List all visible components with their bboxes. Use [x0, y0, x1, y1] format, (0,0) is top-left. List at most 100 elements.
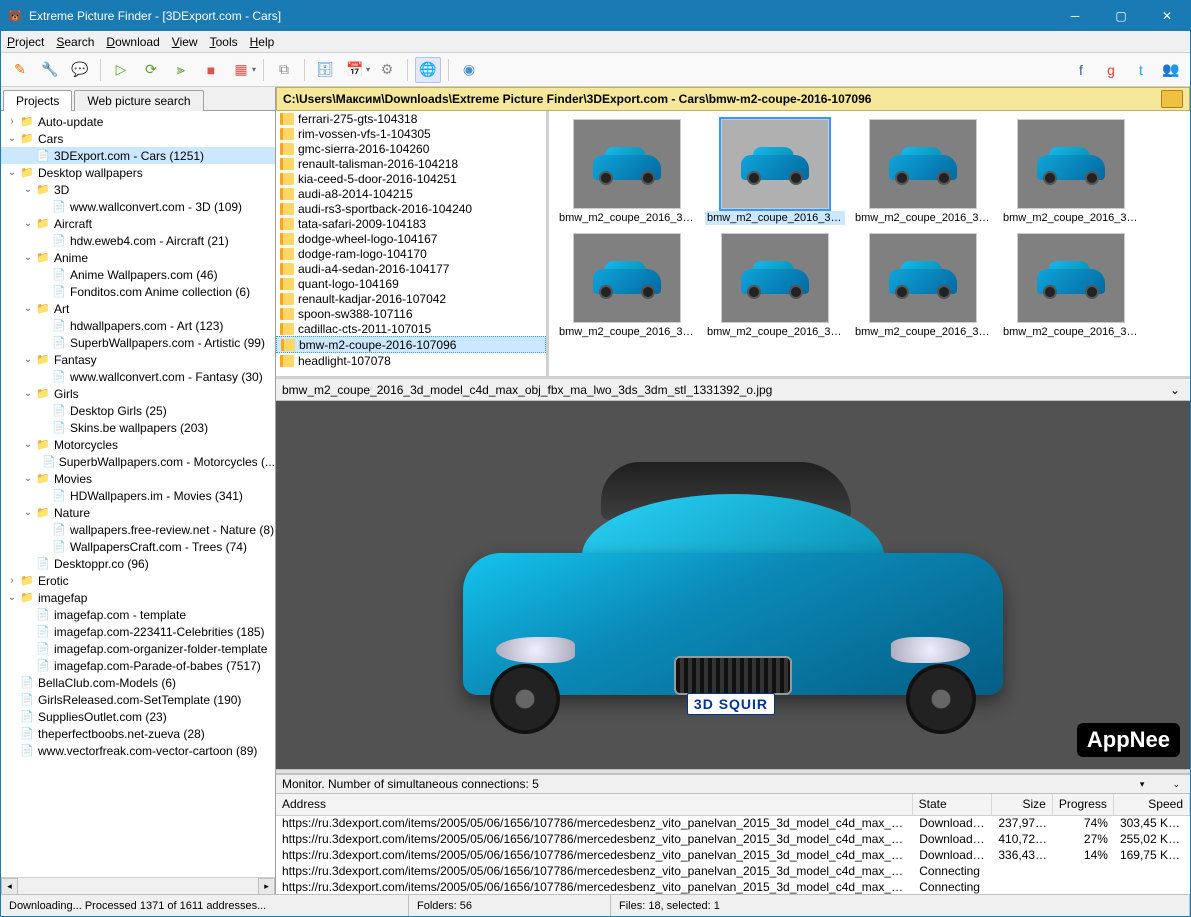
download-row[interactable]: https://ru.3dexport.com/items/2005/05/06… — [276, 880, 1190, 894]
database-button[interactable]: 🗄 — [312, 57, 338, 83]
folder-item[interactable]: audi-rs3-sportback-2016-104240 — [276, 201, 546, 216]
download-row[interactable]: https://ru.3dexport.com/items/2005/05/06… — [276, 832, 1190, 848]
tree-item[interactable]: 📄hdwallpapers.com - Art (123) — [1, 317, 275, 334]
tree-item[interactable]: ⌄📁Desktop wallpapers — [1, 164, 275, 181]
folder-item[interactable]: renault-kadjar-2016-107042 — [276, 291, 546, 306]
project-tree[interactable]: ›📁Auto-update⌄📁Cars📄3DExport.com - Cars … — [1, 111, 275, 877]
monitor-dropdown-icon[interactable]: ▾ — [1136, 779, 1149, 790]
tree-item[interactable]: 📄imagefap.com-Parade-of-babes (7517) — [1, 657, 275, 674]
downloads-body[interactable]: https://ru.3dexport.com/items/2005/05/06… — [276, 816, 1190, 894]
menu-view[interactable]: View — [172, 35, 198, 49]
google-icon[interactable]: g — [1098, 57, 1124, 83]
tree-item[interactable]: 📄Desktoppr.co (96) — [1, 555, 275, 572]
support-icon[interactable]: 👥 — [1158, 57, 1184, 83]
monitor-collapse-icon[interactable]: ⌄ — [1168, 779, 1184, 790]
tree-item[interactable]: 📄hdw.eweb4.com - Aircraft (21) — [1, 232, 275, 249]
thumbnails-grid[interactable]: bmw_m2_coupe_2016_3d...bmw_m2_coupe_2016… — [549, 111, 1190, 376]
tab-projects[interactable]: Projects — [3, 90, 72, 111]
calendar-button[interactable]: 📅 — [342, 57, 368, 83]
caret-icon[interactable]: ⌄ — [21, 303, 35, 314]
tree-item[interactable]: 📄www.wallconvert.com - Fantasy (30) — [1, 368, 275, 385]
download-row[interactable]: https://ru.3dexport.com/items/2005/05/06… — [276, 816, 1190, 832]
thumbnail[interactable]: bmw_m2_coupe_2016_3d... — [1001, 119, 1141, 225]
tree-item[interactable]: ›📁Erotic — [1, 572, 275, 589]
caret-icon[interactable]: ⌄ — [5, 167, 19, 178]
tree-item[interactable]: 📄Anime Wallpapers.com (46) — [1, 266, 275, 283]
folder-item[interactable]: headlight-107078 — [276, 353, 546, 368]
tree-item[interactable]: ⌄📁3D — [1, 181, 275, 198]
caret-icon[interactable]: ⌄ — [5, 133, 19, 144]
tree-item[interactable]: 📄Desktop Girls (25) — [1, 402, 275, 419]
settings-button[interactable]: 🔧 — [37, 57, 63, 83]
tree-item[interactable]: ⌄📁Nature — [1, 504, 275, 521]
folder-item[interactable]: cadillac-cts-2011-107015 — [276, 321, 546, 336]
info-button[interactable]: ◉ — [456, 57, 482, 83]
new-project-button[interactable]: ✎ — [7, 57, 33, 83]
tree-item[interactable]: ⌄📁Art — [1, 300, 275, 317]
tree-item[interactable]: 📄SuperbWallpapers.com - Artistic (99) — [1, 334, 275, 351]
grid-button[interactable]: ▦ — [228, 57, 254, 83]
refresh-button[interactable]: ⟳ — [138, 57, 164, 83]
col-address[interactable]: Address — [276, 794, 913, 815]
tree-item[interactable]: 📄Skins.be wallpapers (203) — [1, 419, 275, 436]
caret-icon[interactable]: ⌄ — [21, 218, 35, 229]
tree-item[interactable]: ⌄📁Girls — [1, 385, 275, 402]
col-progress[interactable]: Progress — [1053, 794, 1114, 815]
copy-button[interactable]: ⧉ — [271, 57, 297, 83]
facebook-icon[interactable]: f — [1068, 57, 1094, 83]
col-state[interactable]: State — [913, 794, 992, 815]
folder-item[interactable]: bmw-m2-coupe-2016-107096 — [276, 336, 546, 353]
thumbnail[interactable]: bmw_m2_coupe_2016_3d... — [705, 233, 845, 339]
play-button[interactable]: ▷ — [108, 57, 134, 83]
menu-project[interactable]: Project — [7, 35, 44, 49]
folder-item[interactable]: dodge-wheel-logo-104167 — [276, 231, 546, 246]
menu-download[interactable]: Download — [106, 35, 159, 49]
tree-item[interactable]: ⌄📁Motorcycles — [1, 436, 275, 453]
tree-scrollbar[interactable]: ◂ ▸ — [1, 877, 275, 894]
folder-item[interactable]: gmc-sierra-2016-104260 — [276, 141, 546, 156]
tab-web-search[interactable]: Web picture search — [74, 90, 203, 111]
folder-list[interactable]: ferrari-275-gts-104318rim-vossen-vfs-1-1… — [276, 111, 549, 376]
thumbnail[interactable]: bmw_m2_coupe_2016_3d... — [557, 233, 697, 339]
folder-item[interactable]: tata-safari-2009-104183 — [276, 216, 546, 231]
tree-item[interactable]: 📄Fonditos.com Anime collection (6) — [1, 283, 275, 300]
tree-item[interactable]: 📄SuppliesOutlet.com (23) — [1, 708, 275, 725]
folder-item[interactable]: renault-talisman-2016-104218 — [276, 156, 546, 171]
grid-dropdown-icon[interactable]: ▾ — [252, 65, 256, 74]
tree-item[interactable]: ⌄📁Aircraft — [1, 215, 275, 232]
caret-icon[interactable]: ⌄ — [21, 388, 35, 399]
twitter-icon[interactable]: t — [1128, 57, 1154, 83]
minimize-button[interactable]: ─ — [1052, 1, 1098, 31]
download-row[interactable]: https://ru.3dexport.com/items/2005/05/06… — [276, 848, 1190, 864]
tree-item[interactable]: ⌄📁Anime — [1, 249, 275, 266]
web-button[interactable]: 🌐 — [415, 57, 441, 83]
tree-item[interactable]: 📄theperfectboobs.net-zueva (28) — [1, 725, 275, 742]
tree-item[interactable]: 📄imagefap.com-organizer-folder-template — [1, 640, 275, 657]
tree-item[interactable]: 📄www.wallconvert.com - 3D (109) — [1, 198, 275, 215]
folder-item[interactable]: spoon-sw388-107116 — [276, 306, 546, 321]
caret-icon[interactable]: › — [5, 116, 19, 127]
tree-item[interactable]: 📄imagefap.com-223411-Celebrities (185) — [1, 623, 275, 640]
tree-item[interactable]: 📄HDWallpapers.im - Movies (341) — [1, 487, 275, 504]
tree-item[interactable]: 📄www.vectorfreak.com-vector-cartoon (89) — [1, 742, 275, 759]
thumbnail[interactable]: bmw_m2_coupe_2016_3d... — [853, 233, 993, 339]
folder-item[interactable]: kia-ceed-5-door-2016-104251 — [276, 171, 546, 186]
caret-icon[interactable]: › — [5, 575, 19, 586]
tree-item[interactable]: 📄SuperbWallpapers.com - Motorcycles (... — [1, 453, 275, 470]
tree-item[interactable]: ⌄📁Movies — [1, 470, 275, 487]
caret-icon[interactable]: ⌄ — [21, 184, 35, 195]
menu-tools[interactable]: Tools — [210, 35, 238, 49]
folder-item[interactable]: quant-logo-104169 — [276, 276, 546, 291]
preview-dropdown-icon[interactable]: ⌄ — [1166, 383, 1184, 397]
notes-button[interactable]: 💬 — [67, 57, 93, 83]
col-speed[interactable]: Speed — [1114, 794, 1190, 815]
thumbnail[interactable]: bmw_m2_coupe_2016_3d... — [705, 119, 845, 225]
tree-item[interactable]: 📄GirlsReleased.com-SetTemplate (190) — [1, 691, 275, 708]
thumbnail[interactable]: bmw_m2_coupe_2016_3d... — [853, 119, 993, 225]
caret-icon[interactable]: ⌄ — [21, 439, 35, 450]
tree-item[interactable]: 📄imagefap.com - template — [1, 606, 275, 623]
caret-icon[interactable]: ⌄ — [21, 473, 35, 484]
caret-icon[interactable]: ⌄ — [5, 592, 19, 603]
folder-item[interactable]: audi-a8-2014-104215 — [276, 186, 546, 201]
tree-item[interactable]: 📄BellaClub.com-Models (6) — [1, 674, 275, 691]
